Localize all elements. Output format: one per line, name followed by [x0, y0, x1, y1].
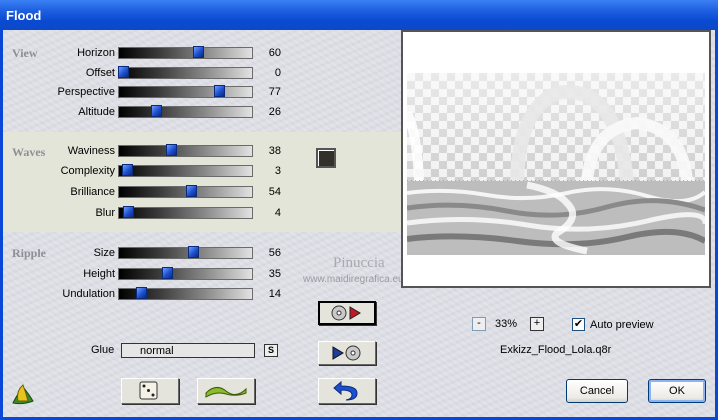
value-blur: 4 — [274, 207, 281, 219]
preview-image[interactable] — [407, 73, 705, 255]
flood-dialog: Flood View Horizon 60 Offset 0 Perspecti… — [0, 0, 718, 420]
value-complexity: 3 — [274, 165, 281, 177]
slider-complexity[interactable] — [118, 164, 253, 177]
label-size: Size — [93, 247, 115, 259]
window-title: Flood — [6, 8, 42, 23]
zoom-level: 33% — [495, 318, 518, 330]
cancel-button[interactable]: Cancel — [566, 379, 628, 403]
label-altitude: Altitude — [78, 106, 115, 118]
slider-thumb[interactable] — [165, 144, 177, 156]
value-horizon: 60 — [268, 47, 281, 59]
label-offset: Offset — [85, 67, 115, 79]
value-height: 35 — [268, 268, 281, 280]
slider-thumb[interactable] — [193, 46, 204, 58]
zoom-in-button[interactable]: + — [530, 317, 544, 331]
value-undulation: 14 — [268, 288, 281, 300]
zoom-out-button[interactable]: - — [472, 317, 486, 331]
glue-s-button[interactable]: S — [264, 344, 278, 357]
slider-thumb[interactable] — [161, 267, 173, 279]
slider-perspective[interactable] — [118, 85, 253, 98]
flood-preview-render — [407, 73, 705, 255]
value-altitude: 26 — [268, 106, 281, 118]
label-blur: Blur — [95, 207, 115, 219]
dice-icon — [139, 381, 158, 400]
value-waviness: 38 — [268, 145, 281, 157]
undo-arrow-icon — [333, 380, 358, 401]
slider-thumb[interactable] — [188, 246, 199, 258]
load-preset-button[interactable] — [318, 301, 376, 325]
value-size: 56 — [268, 247, 281, 259]
slider-altitude[interactable] — [118, 105, 253, 118]
value-perspective: 77 — [268, 86, 281, 98]
auto-preview-label: Auto preview — [590, 319, 654, 331]
glue-select[interactable]: normal — [121, 343, 255, 358]
label-height: Height — [83, 268, 115, 280]
title-bar: Flood — [0, 0, 718, 30]
slider-thumb[interactable] — [123, 206, 134, 218]
dialog-client: View Horizon 60 Offset 0 Perspective 77 … — [3, 30, 715, 417]
glue-label: Glue — [91, 344, 115, 356]
wave-button[interactable] — [197, 378, 255, 404]
slider-thumb[interactable] — [135, 287, 147, 299]
slider-horizon[interactable] — [118, 46, 253, 59]
value-offset: 0 — [274, 67, 281, 79]
watermark-title: Pinuccia — [333, 255, 385, 271]
label-undulation: Undulation — [62, 288, 115, 300]
wave-icon — [205, 387, 247, 398]
value-brilliance: 54 — [268, 186, 281, 198]
reset-button[interactable] — [318, 378, 376, 404]
slider-brilliance[interactable] — [118, 185, 253, 198]
slider-blur[interactable] — [118, 206, 253, 219]
play-disc-icon — [332, 345, 361, 361]
randomize-button[interactable] — [121, 378, 179, 404]
save-preset-button[interactable] — [318, 341, 376, 365]
preset-filename: Exkizz_Flood_Lola.q8r — [500, 344, 612, 356]
label-perspective: Perspective — [57, 86, 115, 98]
auto-preview-checkbox[interactable]: ✔ — [572, 318, 585, 331]
label-brilliance: Brilliance — [70, 186, 115, 198]
disc-play-icon — [331, 305, 361, 321]
slider-offset[interactable] — [118, 66, 253, 79]
slider-size[interactable] — [118, 246, 253, 259]
slider-height[interactable] — [118, 267, 253, 280]
ok-button[interactable]: OK — [648, 379, 706, 403]
watermark-url: www.maidiregrafica.eu — [303, 274, 404, 285]
preview-panel — [401, 30, 711, 288]
label-horizon: Horizon — [77, 47, 115, 59]
slider-thumb[interactable] — [150, 105, 162, 117]
slider-thumb[interactable] — [121, 164, 133, 176]
slider-thumb[interactable] — [214, 85, 226, 97]
wave-color-swatch[interactable] — [316, 148, 336, 168]
label-waviness: Waviness — [67, 145, 115, 157]
slider-undulation[interactable] — [118, 287, 253, 300]
slider-waviness[interactable] — [118, 144, 253, 157]
slider-thumb[interactable] — [185, 185, 197, 197]
label-complexity: Complexity — [60, 165, 115, 177]
slider-thumb[interactable] — [118, 66, 129, 78]
lotus-icon — [12, 384, 34, 405]
